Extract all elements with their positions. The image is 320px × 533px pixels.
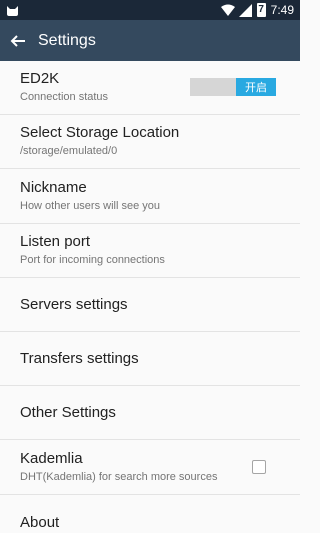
toggle-knob: 开启 bbox=[236, 78, 276, 96]
battery-level: 7 bbox=[258, 4, 264, 15]
setting-subtitle: /storage/emulated/0 bbox=[20, 145, 118, 157]
notification-cat-icon bbox=[6, 4, 19, 17]
setting-subtitle: How other users will see you bbox=[20, 199, 161, 212]
setting-title: Other Settings bbox=[20, 403, 116, 421]
status-right: 7 7:49 bbox=[220, 3, 294, 17]
setting-title: Select Storage Location bbox=[20, 124, 180, 141]
settings-list: ED2K Connection status 开启 Select Storage… bbox=[0, 61, 300, 533]
setting-title: Nickname bbox=[20, 178, 87, 196]
setting-ed2k[interactable]: ED2K Connection status 开启 bbox=[0, 61, 300, 115]
setting-listen-port[interactable]: Listen port Port for incoming connection… bbox=[0, 224, 300, 278]
setting-other[interactable]: Other Settings bbox=[0, 386, 300, 440]
status-left bbox=[6, 4, 19, 17]
setting-title: Transfers settings bbox=[20, 349, 139, 367]
setting-subtitle: Port for incoming connections bbox=[20, 254, 165, 266]
kademlia-checkbox[interactable] bbox=[252, 460, 266, 474]
status-bar: 7 7:49 bbox=[0, 0, 300, 20]
page-title: Settings bbox=[38, 31, 96, 49]
setting-title: Kademlia bbox=[20, 449, 83, 467]
setting-title: Servers settings bbox=[20, 295, 128, 313]
setting-kademlia[interactable]: Kademlia DHT(Kademlia) for search more s… bbox=[0, 440, 300, 495]
setting-servers[interactable]: Servers settings bbox=[0, 278, 300, 332]
ed2k-toggle[interactable]: 开启 bbox=[190, 78, 276, 96]
setting-transfers[interactable]: Transfers settings bbox=[0, 332, 300, 386]
signal-icon bbox=[238, 3, 252, 17]
setting-title: Listen port bbox=[20, 233, 91, 250]
wifi-icon bbox=[220, 4, 235, 17]
setting-about[interactable]: About bbox=[0, 495, 300, 533]
battery-icon: 7 bbox=[256, 3, 266, 17]
setting-title: About bbox=[20, 513, 60, 531]
setting-nickname[interactable]: Nickname How other users will see you bbox=[0, 169, 300, 224]
back-arrow-icon[interactable] bbox=[10, 32, 28, 50]
status-time: 7:49 bbox=[270, 3, 294, 17]
setting-subtitle: DHT(Kademlia) for search more sources bbox=[20, 470, 218, 483]
app-bar: Settings bbox=[0, 20, 300, 61]
setting-storage-location[interactable]: Select Storage Location /storage/emulate… bbox=[0, 115, 300, 169]
